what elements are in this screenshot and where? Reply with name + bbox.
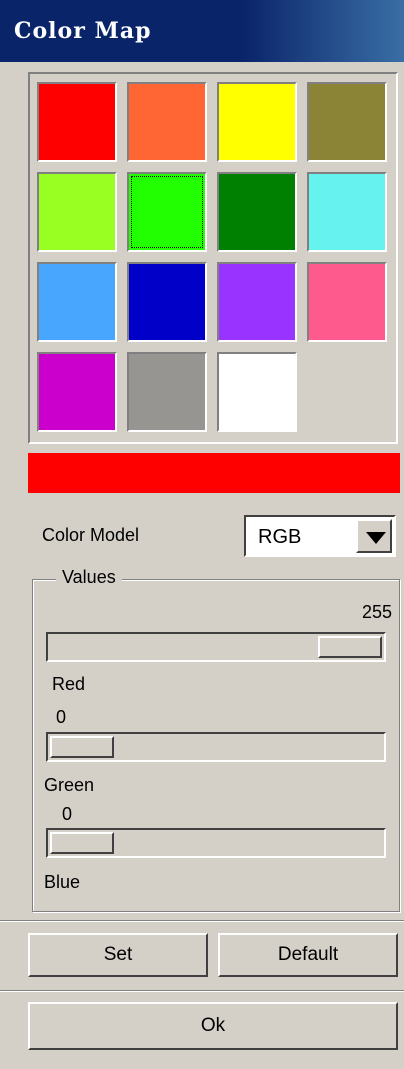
color-swatch[interactable]	[37, 82, 117, 162]
divider	[0, 920, 404, 922]
blue-label: Blue	[44, 872, 81, 892]
color-swatch[interactable]	[37, 352, 117, 432]
color-model-select[interactable]: RGB	[244, 515, 396, 557]
color-swatch[interactable]	[37, 172, 117, 252]
values-group-title: Values	[56, 567, 122, 588]
color-swatch[interactable]	[217, 352, 297, 432]
color-swatch[interactable]	[217, 82, 297, 162]
divider	[0, 990, 404, 992]
color-map-window: Color Map Color Model RGB Values 255 Red…	[0, 0, 404, 1069]
color-swatch[interactable]	[217, 172, 297, 252]
chevron-down-icon	[366, 532, 386, 544]
color-swatch[interactable]	[217, 262, 297, 342]
red-slider-thumb[interactable]	[318, 636, 382, 658]
green-value: 0	[56, 707, 67, 727]
set-button[interactable]: Set	[28, 933, 208, 977]
color-swatch[interactable]	[127, 262, 207, 342]
color-model-value: RGB	[258, 526, 302, 548]
color-swatch[interactable]	[127, 82, 207, 162]
color-swatch[interactable]	[307, 172, 387, 252]
red-value: 255	[362, 602, 393, 622]
window-title: Color Map	[14, 18, 152, 44]
default-button[interactable]: Default	[218, 933, 398, 977]
title-bar[interactable]: Color Map	[0, 0, 404, 62]
blue-slider[interactable]	[46, 828, 386, 858]
color-swatch[interactable]	[127, 352, 207, 432]
green-slider[interactable]	[46, 732, 386, 762]
color-model-label: Color Model	[42, 525, 140, 545]
dropdown-arrow-button[interactable]	[356, 519, 392, 553]
green-label: Green	[44, 775, 95, 795]
green-slider-thumb[interactable]	[50, 736, 114, 758]
blue-slider-thumb[interactable]	[50, 832, 114, 854]
color-swatch[interactable]	[307, 82, 387, 162]
ok-button[interactable]: Ok	[28, 1002, 398, 1050]
color-swatch[interactable]	[307, 262, 387, 342]
red-slider[interactable]	[46, 632, 386, 662]
red-label: Red	[52, 674, 86, 694]
color-swatch[interactable]	[127, 172, 207, 252]
color-preview	[28, 453, 400, 493]
color-swatch[interactable]	[37, 262, 117, 342]
blue-value: 0	[62, 804, 73, 824]
